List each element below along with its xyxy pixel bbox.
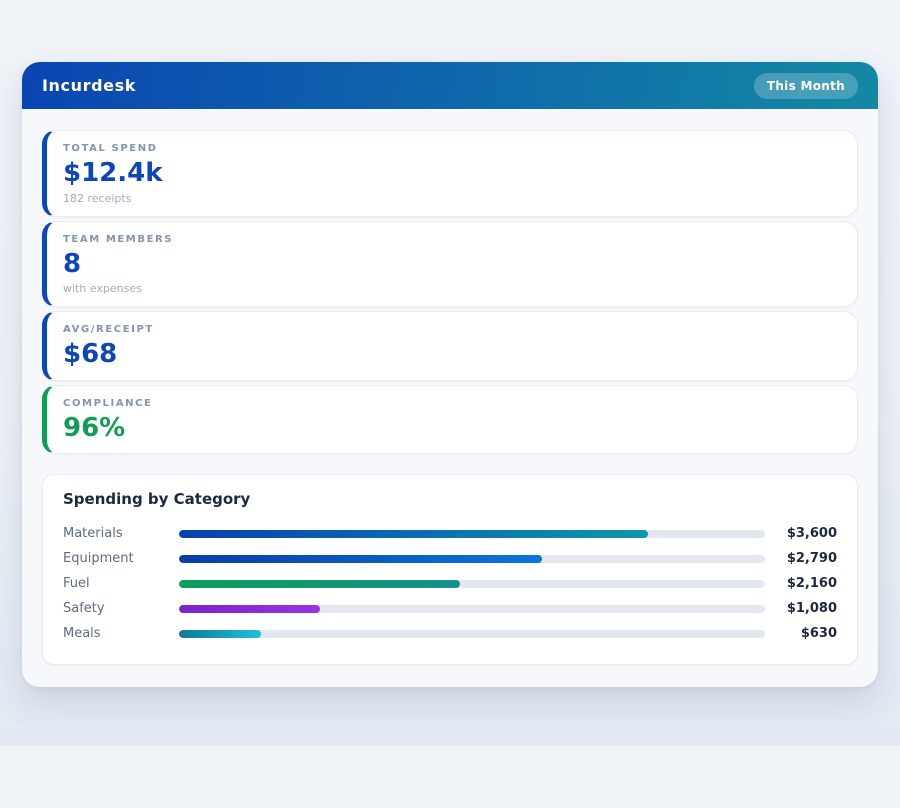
category-label: Materials — [63, 526, 123, 542]
category-label: Safety — [63, 601, 105, 617]
value-label: $2,790 — [786, 551, 837, 567]
bar-fill-materials — [179, 529, 648, 538]
app-header: Incurdesk This Month — [22, 62, 878, 109]
stat-card-compliance: COMPLIANCE 96% — [42, 384, 858, 455]
main-content: TOTAL SPEND $12.4k 182 receipts TEAM MEM… — [22, 109, 878, 687]
bar-track — [179, 529, 765, 538]
chart-row-materials: Materials $3,600 — [63, 521, 837, 546]
bar-track — [179, 554, 765, 563]
bar-fill-safety — [179, 604, 320, 613]
chart-row-safety: Safety $1,080 — [63, 596, 837, 621]
stat-value: $68 — [63, 339, 118, 370]
stat-value: $12.4k — [63, 158, 163, 188]
app-title: Incurdesk — [42, 76, 136, 95]
stat-sub: with expenses — [63, 282, 142, 296]
app-container: Incurdesk This Month TOTAL SPEND $12.4k … — [22, 62, 878, 688]
chart-row-fuel: Fuel $2,160 — [63, 571, 837, 596]
category-label: Equipment — [63, 551, 134, 567]
stat-sub: 182 receipts — [63, 191, 132, 205]
bar-track — [179, 579, 765, 588]
period-badge[interactable]: This Month — [753, 72, 858, 99]
value-label: $630 — [800, 626, 837, 642]
stat-label: TOTAL SPEND — [63, 143, 158, 154]
spending-by-category-chart: Spending by Category Materials $3,600 Eq… — [42, 474, 858, 666]
value-label: $1,080 — [786, 601, 837, 617]
value-label: $3,600 — [786, 526, 837, 542]
stat-value: 8 — [63, 248, 82, 279]
bar-track — [179, 629, 765, 638]
stat-card-total-spend: TOTAL SPEND $12.4k 182 receipts — [42, 130, 858, 217]
category-label: Meals — [63, 626, 101, 642]
bar-fill-meals — [179, 629, 262, 638]
stat-value: 96% — [63, 412, 126, 443]
stat-card-avg-receipt: AVG/RECEIPT $68 — [42, 311, 858, 381]
stat-label: TEAM MEMBERS — [63, 233, 174, 245]
stat-label: AVG/RECEIPT — [63, 324, 154, 336]
stat-label: COMPLIANCE — [63, 397, 153, 409]
chart-row-equipment: Equipment $2,790 — [63, 546, 837, 571]
chart-title: Spending by Category — [63, 490, 251, 509]
bar-track — [179, 604, 765, 613]
chart-row-meals: Meals $630 — [63, 621, 837, 646]
bar-fill-equipment — [179, 554, 543, 563]
bar-fill-fuel — [179, 579, 461, 588]
value-label: $2,160 — [786, 576, 837, 592]
category-label: Fuel — [63, 576, 90, 592]
stat-card-team-members: TEAM MEMBERS 8 with expenses — [42, 220, 858, 308]
